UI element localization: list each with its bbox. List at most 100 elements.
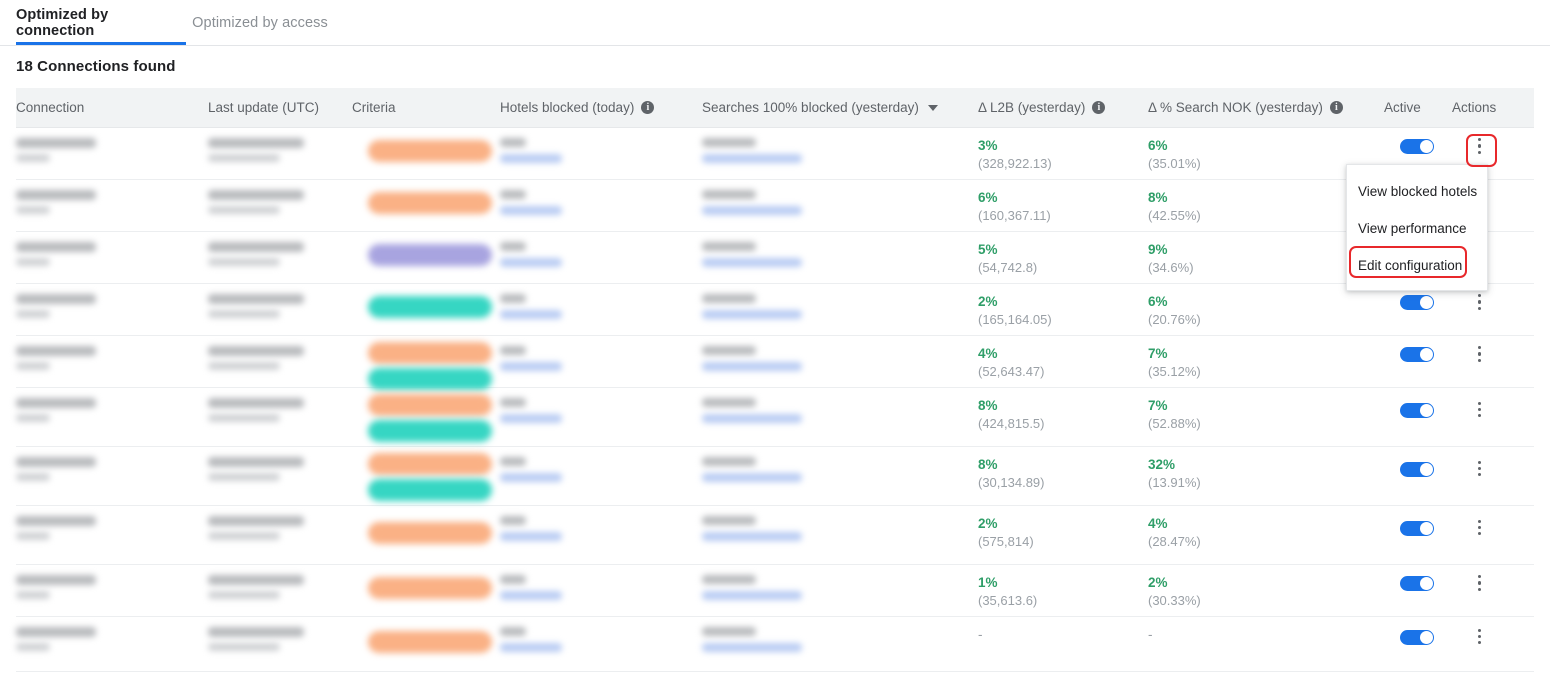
delta-search-nok-cell: 6% (35.01%) [1148,138,1201,172]
row-actions-kebab-icon[interactable] [1468,341,1490,367]
redacted-text [500,473,562,482]
chevron-down-icon[interactable] [927,104,938,111]
redacted-text [500,258,562,267]
delta-search-nok-cell: 8% (42.55%) [1148,190,1201,224]
delta-l2b-cell: 6% (160,367.11) [978,190,1051,224]
connections-page: Optimized by connection Optimized by acc… [0,0,1550,691]
row-actions-kebab-icon[interactable] [1468,570,1490,596]
row-actions-kebab-icon[interactable] [1468,624,1490,650]
delta-l2b-value: 2% [978,516,998,531]
criteria-chip [368,479,492,501]
table-row[interactable]: 8% (30,134.89) 32% (13.91%) [16,447,1534,506]
row-actions-kebab-icon[interactable] [1468,289,1490,315]
delta-l2b-value: 8% [978,398,998,413]
tab-optimized-by-connection[interactable]: Optimized by connection [16,0,186,45]
active-toggle[interactable] [1400,520,1434,536]
redacted-text [16,457,96,467]
redacted-text [16,242,96,252]
redacted-text [16,532,50,540]
column-header-label: Δ L2B (yesterday) [978,100,1086,115]
redacted-text [702,362,802,371]
delta-search-nok-cell: 7% (35.12%) [1148,346,1201,380]
active-toggle[interactable] [1400,295,1434,310]
delta-l2b-cell: 2% (165,164.05) [978,294,1052,328]
redacted-text [500,138,526,147]
delta-search-nok-cell: 6% (20.76%) [1148,294,1201,328]
column-header-last_update: Last update (UTC) [208,88,319,127]
delta-search-nok-value: 6% [1148,138,1168,153]
redacted-text [500,346,526,355]
active-toggle[interactable] [1400,576,1434,591]
delta-l2b-cell: 1% (35,613.6) [978,575,1037,609]
menu-item-view-performance[interactable]: View performance [1347,210,1487,247]
column-header-active: Active [1384,88,1421,127]
active-toggle[interactable] [1400,139,1434,154]
redacted-text [702,138,756,147]
table-row[interactable]: 6% (160,367.11) 8% (42.55%) [16,180,1534,232]
delta-l2b-absolute: (160,367.11) [978,208,1051,223]
active-toggle[interactable] [1400,347,1434,362]
active-toggle[interactable] [1400,402,1434,418]
actions-dropdown-menu[interactable]: View blocked hotels View performance Edit … [1346,164,1488,291]
connections-table: Connection Last update (UTC) Criteria Hotel… [16,88,1534,672]
column-header-delta_l2b: Δ L2B (yesterday) i [978,88,1106,127]
row-actions-kebab-icon[interactable] [1468,456,1490,482]
table-row[interactable]: 2% (575,814) 4% (28.47%) [16,506,1534,565]
active-toggle[interactable] [1400,461,1434,477]
redacted-text [500,294,526,303]
redacted-text [702,206,802,215]
redacted-text [500,516,526,525]
delta-l2b-value: 6% [978,190,998,205]
redacted-text [208,627,304,637]
row-actions-kebab-icon[interactable] [1468,133,1490,159]
redacted-text [16,575,96,585]
table-row[interactable]: 5% (54,742.8) 9% (34.6%) [16,232,1534,284]
redacted-text [208,414,280,422]
delta-l2b-value: 8% [978,457,998,472]
redacted-text [208,310,280,318]
table-row[interactable]: 8% (424,815.5) 7% (52.88%) [16,388,1534,447]
delta-search-nok-value: 4% [1148,516,1168,531]
delta-search-nok-cell: - [1148,627,1153,643]
column-header-searches_blocked[interactable]: Searches 100% blocked (yesterday) [702,88,938,127]
column-header-label: Connection [16,100,85,115]
delta-l2b-absolute: (424,815.5) [978,416,1045,431]
tab-optimized-by-access[interactable]: Optimized by access [190,0,330,45]
menu-item-edit-configuration[interactable]: Edit configuration [1347,247,1487,284]
column-header-label: Searches 100% blocked (yesterday) [702,100,919,115]
redacted-text [16,591,50,599]
table-row[interactable]: 2% (165,164.05) 6% (20.76%) [16,284,1534,336]
criteria-chip [368,342,492,364]
delta-search-nok-value: 6% [1148,294,1168,309]
row-actions-kebab-icon[interactable] [1468,397,1490,423]
active-toggle[interactable] [1400,629,1434,645]
redacted-text [702,457,756,466]
tab-label: Optimized by connection [16,6,109,39]
redacted-text [702,473,802,482]
row-actions-kebab-icon[interactable] [1468,515,1490,541]
delta-search-nok-cell: 7% (52.88%) [1148,398,1201,432]
table-row[interactable]: 4% (52,643.47) 7% (35.12%) [16,336,1534,390]
delta-search-nok-absolute: (35.01%) [1148,156,1201,171]
delta-search-nok-absolute: (52.88%) [1148,416,1201,431]
table-row[interactable]: 3% (328,922.13) 6% (35.01%) [16,128,1534,180]
delta-search-nok-absolute: (35.12%) [1148,364,1201,379]
redacted-text [702,532,802,541]
redacted-text [208,457,304,467]
redacted-text [500,591,562,600]
delta-l2b-cell: 4% (52,643.47) [978,346,1045,380]
criteria-chip [368,577,492,599]
delta-l2b-cell: - [978,627,983,643]
info-icon[interactable]: i [641,101,655,114]
delta-l2b-absolute: (575,814) [978,534,1034,549]
menu-item-view-blocked-hotels[interactable]: View blocked hotels [1347,173,1487,210]
delta-l2b-absolute: (30,134.89) [978,475,1045,490]
info-icon[interactable]: i [1329,101,1343,114]
info-icon[interactable]: i [1092,101,1106,114]
delta-l2b-absolute: (35,613.6) [978,593,1038,608]
criteria-chip [368,420,492,442]
redacted-text [500,154,562,163]
table-row[interactable]: 1% (35,613.6) 2% (30.33%) [16,565,1534,617]
table-row[interactable]: -- [16,617,1534,672]
column-header-hotels_blocked: Hotels blocked (today) i [500,88,655,127]
